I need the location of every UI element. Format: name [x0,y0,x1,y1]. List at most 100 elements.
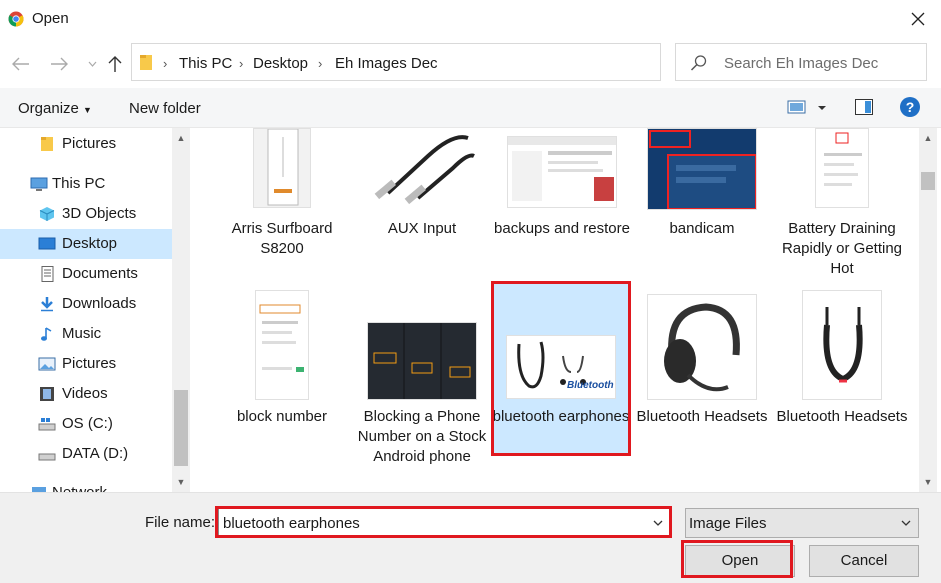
sidebar-item-music[interactable]: Music [0,319,172,349]
music-icon [41,327,52,341]
breadcrumb-eh-images-dec[interactable]: Eh Images Dec [335,55,438,72]
navigation-pane: Pictures This PC 3D Objects Desktop Docu… [0,128,172,492]
3d-objects-icon [39,207,55,221]
search-input[interactable]: Search Eh Images Dec [724,55,878,72]
breadcrumb-separator[interactable]: › [318,56,322,71]
file-name: bandicam [669,220,735,237]
caret-down-icon [818,106,826,110]
scroll-up-icon[interactable]: ▲ [172,130,190,146]
preview-pane-icon [855,99,873,115]
sidebar-item-label: Music [62,325,102,342]
sidebar-item-pictures-quick[interactable]: Pictures [0,129,172,159]
scroll-down-icon[interactable]: ▼ [172,474,190,490]
sidebar-item-label: Videos [62,385,108,402]
help-button[interactable]: ? [899,96,921,121]
file-item[interactable]: backups and restore [492,128,632,278]
file-item[interactable]: Arris Surfboard S8200 [212,128,352,278]
forward-arrow-icon [51,57,68,71]
sidebar-item-label: DATA (D:) [62,445,129,462]
dialog-footer: File name: bluetooth earphones Image Fil… [0,492,941,583]
breadcrumb-this-pc[interactable]: This PC [179,55,232,72]
sidebar-item-label: Downloads [62,295,137,312]
organize-label: Organize [18,100,79,117]
thumbnail [507,136,617,208]
chevron-down-icon[interactable] [651,514,665,532]
sidebar-item-pictures[interactable]: Pictures [0,349,172,379]
sidebar-item-label: Network [52,484,107,492]
sidebar-item-label: This PC [52,175,106,192]
sidebar-item-label: Pictures [62,355,117,372]
sidebar-item-network[interactable]: Network [0,478,172,492]
forward-button[interactable] [47,52,71,76]
downloads-icon [41,297,53,312]
back-arrow-icon [12,57,29,71]
file-item[interactable]: Bluetooth Headsets [772,290,912,490]
chevron-down-icon [901,520,911,526]
sidebar-item-downloads[interactable]: Downloads [0,289,172,319]
up-arrow-icon [108,56,122,72]
scroll-up-icon[interactable]: ▲ [919,130,937,146]
file-item[interactable]: block number [212,290,352,490]
thumbnail [647,294,757,400]
breadcrumb-separator[interactable]: › [163,56,167,71]
sidebar-item-3d-objects[interactable]: 3D Objects [0,199,172,229]
computer-icon [30,177,48,191]
preview-pane-button[interactable] [854,97,874,120]
organize-button[interactable]: Organize ▼ [18,100,92,117]
sidebar-item-videos[interactable]: Videos [0,379,172,409]
command-bar: Organize ▼ New folder ? [0,88,941,128]
file-name: block number [236,408,328,425]
view-icon [787,100,806,114]
search-box[interactable]: Search Eh Images Dec [675,43,927,81]
file-list-scrollbar[interactable]: ▲ ▼ [919,128,937,492]
change-view-button[interactable] [787,97,807,120]
sidebar-item-this-pc[interactable]: This PC [0,169,172,199]
file-item[interactable]: bandicam [632,128,772,278]
file-type-value: Image Files [689,515,767,532]
breadcrumb-separator[interactable]: › [239,56,243,71]
cancel-button[interactable]: Cancel [809,545,919,577]
thumbnail [368,128,476,208]
sidebar-item-label: OS (C:) [62,415,113,432]
desktop-icon [38,237,56,250]
up-button[interactable] [103,52,127,76]
close-button[interactable] [895,0,941,38]
file-item[interactable]: Battery Draining Rapidly or Getting Hot [772,128,912,278]
thumbnail [255,290,309,400]
address-bar[interactable]: › This PC › Desktop › Eh Images Dec [131,43,779,81]
file-list: Arris Surfboard S8200 AUX Input backups … [191,128,919,492]
file-item-selected[interactable]: Bluetooth bluetooth earphones [492,283,630,453]
network-icon [32,487,46,492]
sidebar-item-os-c[interactable]: OS (C:) [0,409,172,439]
back-button[interactable] [9,52,33,76]
chrome-icon [8,11,24,27]
sidebar-item-data-d[interactable]: DATA (D:) [0,439,172,469]
view-options-dropdown[interactable] [817,100,827,116]
sidebar-item-documents[interactable]: Documents [0,259,172,289]
file-name: backups and restore [494,220,630,237]
scroll-down-icon[interactable]: ▼ [919,474,937,490]
file-name: Arris Surfboard S8200 [231,220,333,257]
file-item[interactable]: Bluetooth Headsets [632,290,772,490]
window-title: Open [32,10,69,27]
breadcrumb-desktop[interactable]: Desktop [253,55,308,72]
file-type-select[interactable]: Image Files [685,508,919,538]
file-name-value: bluetooth earphones [223,515,360,532]
scrollbar-thumb[interactable] [174,390,188,466]
new-folder-button[interactable]: New folder [129,100,201,117]
sidebar-scrollbar[interactable]: ▲ ▼ [172,128,190,492]
file-name-field[interactable]: bluetooth earphones [218,508,670,538]
file-name-label: File name: [145,514,216,531]
file-item[interactable]: AUX Input [352,128,492,278]
open-button[interactable]: Open [685,545,795,577]
thumbnail-caption: Bluetooth [567,380,614,391]
file-name: AUX Input [387,220,457,237]
history-dropdown[interactable] [85,52,99,76]
thumbnail [815,128,869,208]
thumbnail [802,290,882,400]
scrollbar-thumb[interactable] [921,172,935,190]
file-name: Bluetooth Headsets [776,408,908,425]
sidebar-item-desktop[interactable]: Desktop [0,229,172,259]
file-item[interactable]: Blocking a Phone Number on a Stock Andro… [352,290,492,490]
sidebar-item-label: Documents [62,265,138,282]
